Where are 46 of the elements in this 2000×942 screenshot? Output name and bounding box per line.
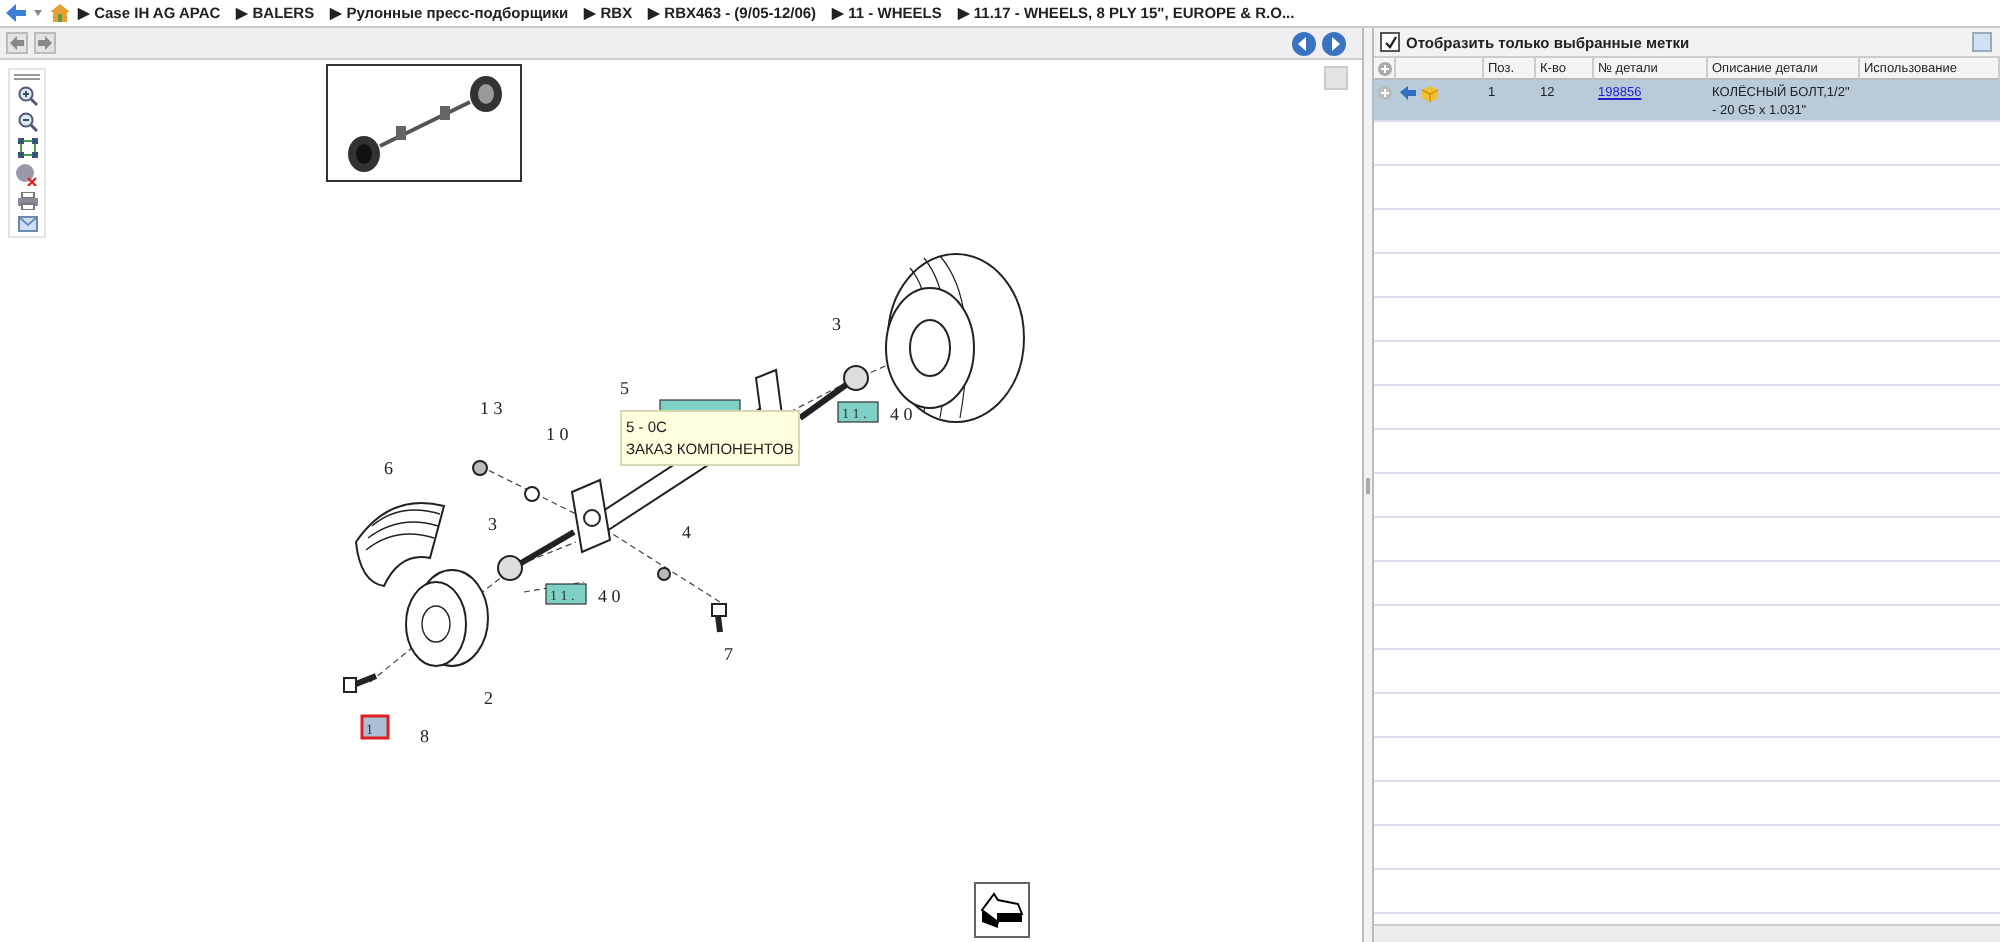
fit-icon[interactable] [17, 138, 37, 158]
callout-number[interactable]: 5 [620, 378, 629, 398]
back-button[interactable] [6, 32, 28, 54]
callout-number[interactable]: 4 [682, 522, 691, 542]
home-icon[interactable] [50, 4, 70, 22]
previous-icon[interactable] [1292, 32, 1316, 56]
nut-drawing [472, 460, 488, 476]
arrow-icon[interactable] [1400, 86, 1416, 100]
callout-number[interactable]: 3 [832, 314, 841, 334]
callout-number[interactable]: 8 [420, 726, 429, 746]
return-button[interactable] [974, 882, 1030, 938]
box-icon[interactable] [1422, 86, 1438, 102]
callout-number[interactable]: 2 [484, 688, 493, 708]
grip-icon[interactable] [14, 74, 40, 80]
zoom-in-icon[interactable] [17, 86, 37, 106]
horizontal-scrollbar[interactable] [1374, 924, 2000, 942]
email-icon[interactable] [17, 216, 37, 232]
add-icon[interactable] [1378, 86, 1392, 100]
panel-options-icon[interactable] [1972, 32, 1992, 52]
toggle-button[interactable] [1324, 66, 1348, 90]
quantity-label: 4 0 [598, 586, 621, 606]
table-cell [1860, 80, 2000, 122]
bolt-drawing [343, 673, 378, 693]
nut-drawing [657, 567, 671, 581]
next-icon[interactable] [1322, 32, 1346, 56]
filter-checkbox[interactable] [1380, 32, 1400, 52]
zoom-out-icon[interactable] [17, 112, 37, 132]
callout-number[interactable]: 7 [724, 644, 733, 664]
callout-number[interactable]: 1 3 [480, 398, 503, 418]
clear-zoom-icon[interactable] [16, 164, 38, 186]
print-icon[interactable] [17, 192, 37, 210]
splitter-handle-icon[interactable] [1366, 477, 1370, 493]
dropdown-icon[interactable] [34, 10, 42, 16]
callout-number[interactable]: 1 0 [546, 424, 569, 444]
callout-number[interactable]: 3 [488, 514, 497, 534]
washer-drawing [524, 486, 540, 502]
callout-number[interactable]: 6 [384, 458, 393, 478]
back-icon[interactable] [6, 4, 26, 22]
hub-drawing [497, 529, 576, 581]
hub-drawing [798, 365, 869, 421]
add-icon[interactable] [1378, 62, 1392, 76]
bolt-drawing [711, 603, 727, 633]
tire-drawing [355, 502, 445, 587]
rim-drawing [405, 569, 489, 667]
forward-button[interactable] [34, 32, 56, 54]
quantity-label: 4 0 [890, 404, 913, 424]
